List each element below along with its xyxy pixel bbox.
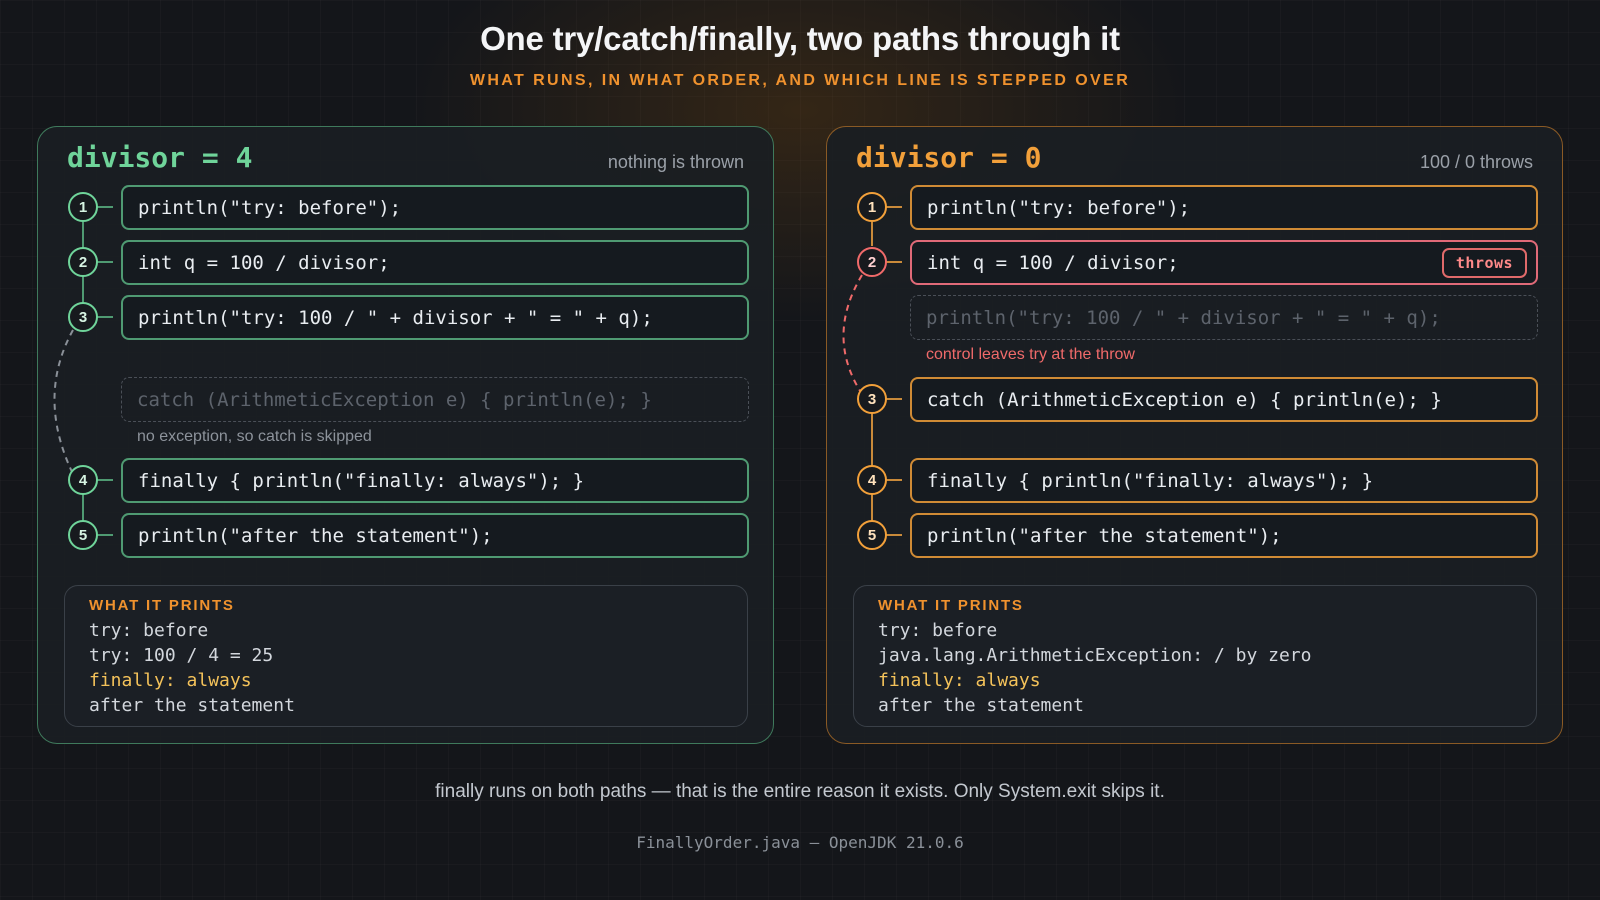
throw-caption: control leaves try at the throw	[926, 346, 1135, 363]
footnote: finally runs on both paths — that is the…	[435, 781, 1165, 802]
page-subtitle: WHAT RUNS, IN WHAT ORDER, AND WHICH LINE…	[469, 72, 1131, 89]
step-badge: 4	[857, 465, 887, 495]
step-badge: 1	[857, 192, 887, 222]
connector	[97, 261, 113, 263]
connector	[886, 479, 902, 481]
throwing-code-line: int q = 100 / divisor; throws	[910, 240, 1538, 285]
source-caption: FinallyOrder.java — OpenJDK 21.0.6	[636, 833, 964, 852]
page-title: One try/catch/finally, two paths through…	[480, 20, 1120, 57]
connector	[97, 316, 113, 318]
connector	[886, 206, 902, 208]
output-line: after the statement	[89, 695, 295, 716]
throws-badge: throws	[1442, 248, 1527, 278]
connector	[97, 534, 113, 536]
step-badge: 5	[857, 520, 887, 550]
output-box: WHAT IT PRINTS try: before java.lang.Ari…	[853, 585, 1537, 727]
code-text: int q = 100 / divisor;	[927, 251, 1179, 274]
code-line: println("after the statement");	[910, 513, 1538, 558]
normal-path-panel: divisor = 4 nothing is thrown 1 2 3 4 5 …	[37, 126, 774, 744]
step-badge: 3	[857, 384, 887, 414]
step-badge: 2	[68, 247, 98, 277]
flow-rail	[871, 222, 873, 246]
code-line: println("after the statement");	[121, 513, 749, 558]
output-line: java.lang.ArithmeticException: / by zero	[878, 645, 1312, 666]
output-label: WHAT IT PRINTS	[878, 597, 1024, 614]
output-line-finally: finally: always	[878, 670, 1041, 691]
step-badge: 1	[68, 192, 98, 222]
connector	[886, 261, 902, 263]
output-line: after the statement	[878, 695, 1084, 716]
connector	[97, 206, 113, 208]
code-line: finally { println("finally: always"); }	[910, 458, 1538, 503]
skip-caption: no exception, so catch is skipped	[137, 428, 372, 445]
output-label: WHAT IT PRINTS	[89, 597, 235, 614]
exception-path-panel: divisor = 0 100 / 0 throws 1 2 3 4 5 pri…	[826, 126, 1563, 744]
output-line: try: 100 / 4 = 25	[89, 645, 274, 666]
step-badge-throw: 2	[857, 247, 887, 277]
step-badge: 5	[68, 520, 98, 550]
code-line: catch (ArithmeticException e) { println(…	[910, 377, 1538, 422]
code-line: int q = 100 / divisor;	[121, 240, 749, 285]
skipped-code-line: catch (ArithmeticException e) { println(…	[121, 377, 749, 422]
code-line: println("try: before");	[121, 185, 749, 230]
code-line: println("try: 100 / " + divisor + " = " …	[121, 295, 749, 340]
output-line: try: before	[878, 620, 998, 641]
step-badge: 4	[68, 465, 98, 495]
connector	[886, 398, 902, 400]
output-box: WHAT IT PRINTS try: before try: 100 / 4 …	[64, 585, 748, 727]
step-badge: 3	[68, 302, 98, 332]
code-line: println("try: before");	[910, 185, 1538, 230]
output-line-finally: finally: always	[89, 670, 252, 691]
code-line: finally { println("finally: always"); }	[121, 458, 749, 503]
output-line: try: before	[89, 620, 209, 641]
connector	[97, 479, 113, 481]
skipped-code-line: println("try: 100 / " + divisor + " = " …	[910, 295, 1538, 340]
connector	[886, 534, 902, 536]
